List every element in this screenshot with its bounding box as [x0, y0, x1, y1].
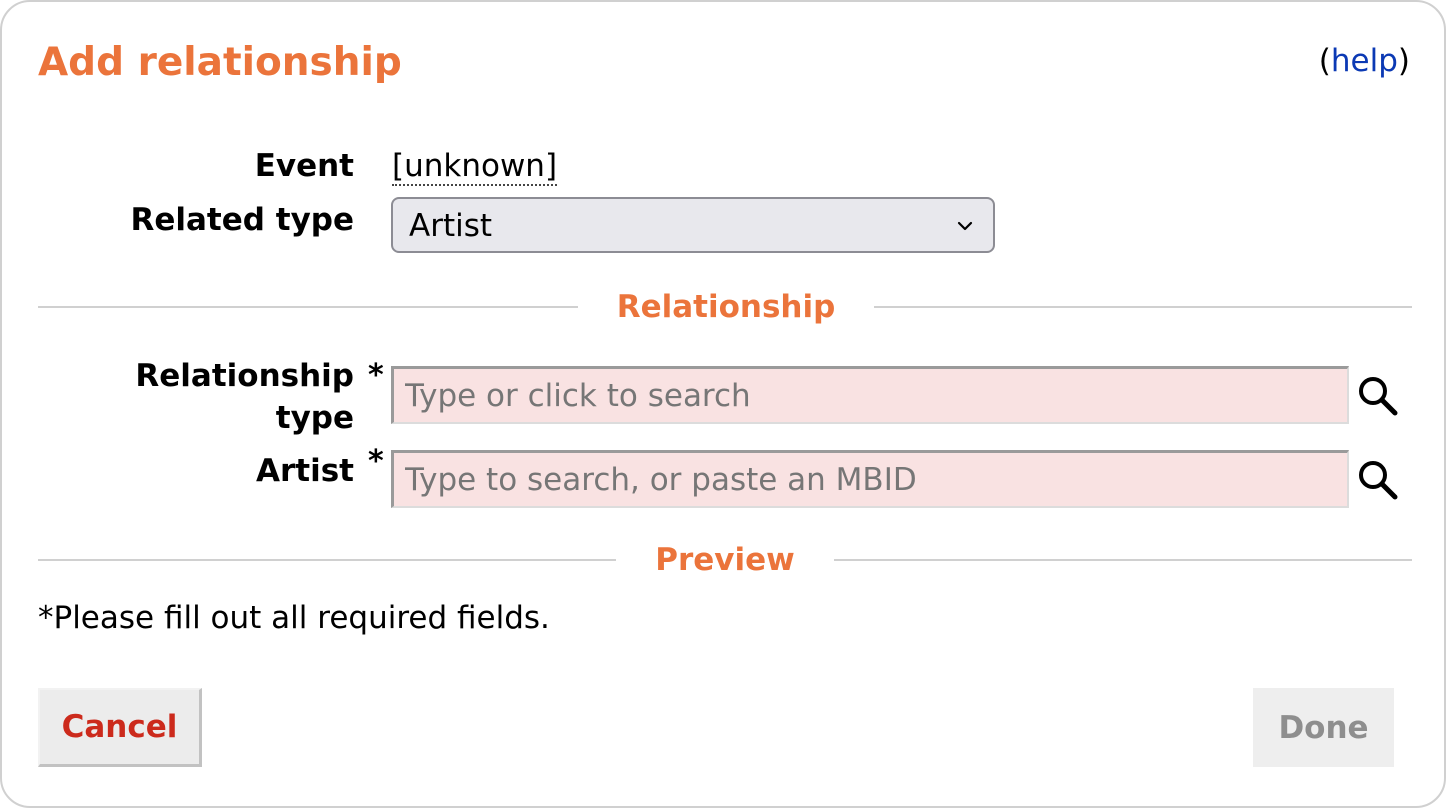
add-relationship-dialog: Add relationship (help) Event [unknown] …	[0, 0, 1446, 808]
relationship-type-label: Relationship type	[24, 355, 354, 439]
cancel-button[interactable]: Cancel	[38, 688, 202, 767]
required-asterisk: *	[368, 358, 384, 393]
search-icon[interactable]	[1354, 456, 1402, 504]
event-value-wrapper: [unknown]	[392, 146, 558, 186]
help-open-paren: (	[1318, 43, 1331, 79]
section-divider-right	[874, 306, 1412, 308]
related-type-value: Artist	[409, 208, 493, 244]
artist-input[interactable]	[391, 450, 1349, 508]
relationship-type-label-line1: Relationship	[135, 358, 354, 394]
search-icon[interactable]	[1354, 372, 1402, 420]
event-label: Event	[254, 148, 354, 184]
section-divider-right	[834, 559, 1412, 561]
related-type-label: Related type	[130, 202, 354, 238]
relationship-type-label-line2: type	[275, 400, 354, 436]
section-divider-left	[38, 306, 578, 308]
dialog-title: Add relationship	[38, 40, 402, 85]
artist-label: Artist	[256, 453, 354, 489]
done-button[interactable]: Done	[1253, 688, 1394, 767]
help-close-paren: )	[1397, 43, 1410, 79]
relationship-section-title: Relationship	[616, 289, 836, 325]
related-type-select[interactable]: Artist	[391, 197, 995, 253]
event-value: [unknown]	[392, 148, 558, 186]
chevron-down-icon	[957, 221, 973, 231]
required-asterisk: *	[368, 444, 384, 479]
required-fields-hint: *Please fill out all required fields.	[38, 600, 550, 636]
help-container: (help)	[1319, 42, 1410, 80]
help-link[interactable]: help	[1331, 43, 1398, 79]
relationship-type-input[interactable]	[391, 366, 1349, 424]
preview-section-title: Preview	[655, 542, 795, 578]
section-divider-left	[38, 559, 616, 561]
